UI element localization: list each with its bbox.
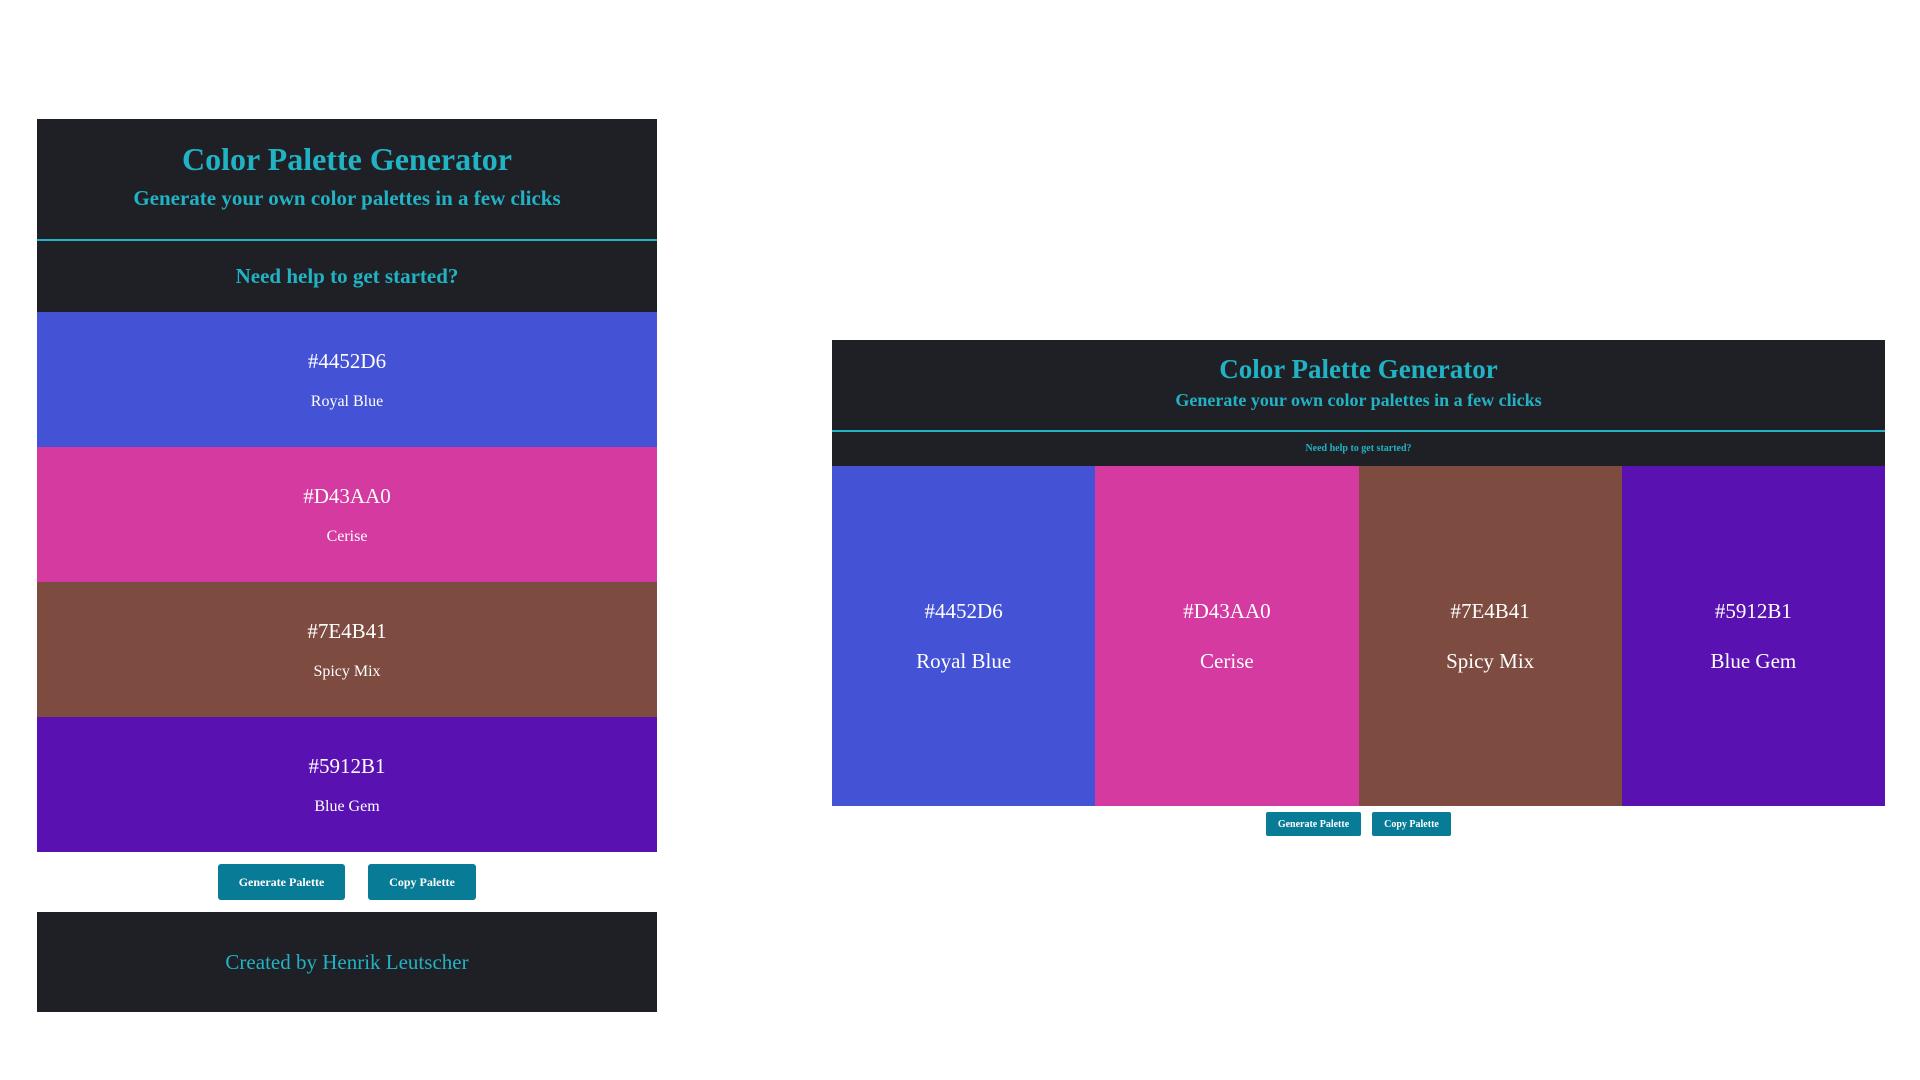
swatch-hex: #7E4B41 [1450, 599, 1530, 623]
desktop-header: Color Palette Generator Generate your ow… [832, 340, 1885, 432]
page-subtitle: Generate your own color palettes in a fe… [133, 186, 561, 210]
color-swatch[interactable]: #D43AA0 Cerise [37, 447, 657, 582]
color-swatch[interactable]: #7E4B41 Spicy Mix [37, 582, 657, 717]
swatch-name: Cerise [326, 528, 368, 545]
color-swatch[interactable]: #4452D6 Royal Blue [832, 466, 1096, 806]
swatch-name: Spicy Mix [313, 663, 381, 680]
copy-palette-button[interactable]: Copy Palette [368, 864, 476, 900]
footer: Created by Henrik Leutscher [37, 912, 657, 1012]
page-title: Color Palette Generator [1219, 354, 1498, 384]
swatch-name: Blue Gem [314, 798, 380, 815]
copy-palette-button[interactable]: Copy Palette [1372, 812, 1451, 836]
swatch-hex: #D43AA0 [303, 484, 391, 508]
swatch-hex: #4452D6 [307, 349, 387, 373]
desktop-preview: Color Palette Generator Generate your ow… [832, 340, 1885, 842]
color-swatch[interactable]: #D43AA0 Cerise [1095, 466, 1359, 806]
mobile-preview: Color Palette Generator Generate your ow… [37, 119, 657, 1012]
swatch-hex: #7E4B41 [307, 619, 387, 643]
footer-credit: Created by Henrik Leutscher [225, 950, 469, 974]
swatch-name: Cerise [1200, 649, 1254, 673]
button-bar: Generate Palette Copy Palette [832, 806, 1885, 842]
page-subtitle: Generate your own color palettes in a fe… [1175, 390, 1542, 410]
button-bar: Generate Palette Copy Palette [37, 852, 657, 912]
swatch-hex: #D43AA0 [1183, 599, 1271, 623]
swatch-name: Spicy Mix [1446, 649, 1535, 673]
color-swatch[interactable]: #5912B1 Blue Gem [37, 717, 657, 852]
page-title: Color Palette Generator [182, 141, 512, 177]
help-link[interactable]: Need help to get started? [832, 432, 1885, 466]
swatch-hex: #5912B1 [308, 754, 386, 778]
swatch-hex: #4452D6 [924, 599, 1003, 623]
swatch-hex: #5912B1 [1714, 599, 1792, 623]
mobile-header: Color Palette Generator Generate your ow… [37, 119, 657, 241]
color-swatch[interactable]: #5912B1 Blue Gem [1621, 466, 1885, 806]
palette-row: #4452D6 Royal Blue #D43AA0 Cerise #7E4B4… [832, 466, 1885, 806]
generate-palette-button[interactable]: Generate Palette [218, 864, 345, 900]
help-link[interactable]: Need help to get started? [37, 241, 657, 312]
color-swatch[interactable]: #4452D6 Royal Blue [37, 312, 657, 447]
color-swatch[interactable]: #7E4B41 Spicy Mix [1358, 466, 1622, 806]
swatch-name: Royal Blue [310, 393, 384, 410]
generate-palette-button[interactable]: Generate Palette [1266, 812, 1361, 836]
swatch-name: Royal Blue [916, 649, 1012, 673]
swatch-name: Blue Gem [1710, 649, 1797, 673]
